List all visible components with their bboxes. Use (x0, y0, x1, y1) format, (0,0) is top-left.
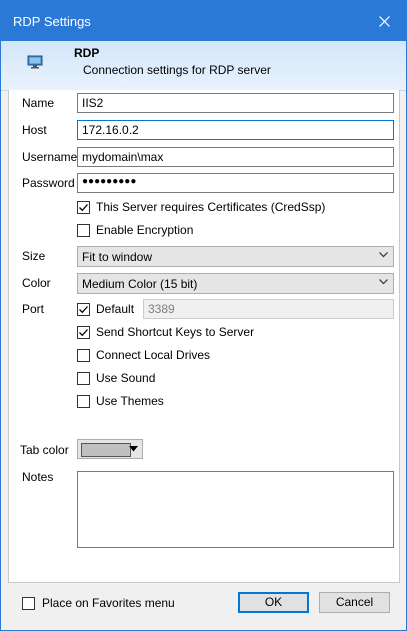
caret-down-icon (129, 446, 138, 452)
tab-color-picker[interactable] (77, 439, 143, 459)
chevron-down-icon (379, 252, 388, 258)
color-swatch (81, 443, 131, 457)
favorites-label: Place on Favorites menu (42, 596, 175, 610)
color-label: Color (22, 276, 51, 290)
checkmark-icon (79, 328, 88, 336)
color-dropdown[interactable]: Medium Color (15 bit) (77, 273, 394, 294)
cancel-button[interactable]: Cancel (319, 592, 390, 613)
use-themes-checkbox[interactable]: Use Themes (77, 394, 164, 408)
checkmark-icon (79, 203, 88, 211)
checkbox-box (77, 200, 90, 214)
checkbox-box (77, 325, 90, 339)
dialog-header: RDP Connection settings for RDP server (1, 41, 406, 91)
checkmark-icon (79, 305, 88, 313)
rdp-settings-window: RDP Settings RDP Connection settings for… (0, 0, 407, 631)
notes-label: Notes (22, 470, 54, 484)
port-label: Port (22, 302, 45, 316)
name-label: Name (22, 96, 55, 110)
ok-button[interactable]: OK (238, 592, 309, 613)
username-field[interactable] (77, 147, 394, 167)
connect-local-drives-label: Connect Local Drives (96, 348, 211, 362)
header-subtitle: Connection settings for RDP server (83, 63, 271, 77)
use-sound-checkbox[interactable]: Use Sound (77, 371, 155, 385)
checkbox-box (77, 394, 90, 408)
enable-encryption-checkbox[interactable]: Enable Encryption (77, 223, 193, 237)
username-label: Username (22, 150, 78, 164)
use-sound-label: Use Sound (96, 371, 156, 385)
send-shortcut-keys-checkbox[interactable]: Send Shortcut Keys to Server (77, 325, 254, 339)
favorites-checkbox[interactable]: Place on Favorites menu (22, 596, 175, 610)
host-field[interactable] (77, 120, 394, 140)
host-label: Host (22, 123, 47, 137)
close-icon (378, 15, 390, 27)
checkbox-box (77, 371, 90, 385)
header-title: RDP (74, 46, 100, 60)
checkbox-box (77, 348, 90, 362)
tab-color-label: Tab color (20, 443, 69, 457)
checkbox-box (77, 223, 90, 237)
notes-textarea[interactable] (77, 471, 394, 548)
window-title: RDP Settings (13, 14, 91, 29)
password-label: Password (22, 176, 75, 190)
name-field[interactable] (77, 93, 394, 113)
chevron-down-icon (379, 279, 388, 285)
send-shortcut-keys-label: Send Shortcut Keys to Server (96, 325, 255, 339)
use-themes-label: Use Themes (96, 394, 164, 408)
checkbox-box (22, 596, 35, 610)
port-field (143, 299, 394, 319)
port-default-checkbox[interactable]: Default (77, 302, 134, 316)
enable-encryption-label: Enable Encryption (96, 223, 194, 237)
requires-certificates-label: This Server requires Certificates (CredS… (96, 200, 326, 214)
port-default-label: Default (96, 302, 135, 316)
connect-local-drives-checkbox[interactable]: Connect Local Drives (77, 348, 210, 362)
password-field[interactable]: ●●●●●●●●● (77, 173, 394, 193)
requires-certificates-checkbox[interactable]: This Server requires Certificates (CredS… (77, 200, 325, 214)
close-button[interactable] (362, 1, 406, 41)
size-label: Size (22, 249, 46, 263)
color-selected-value: Medium Color (15 bit) (82, 277, 198, 291)
monitor-icon (27, 55, 43, 69)
checkbox-box (77, 302, 90, 316)
size-dropdown[interactable]: Fit to window (77, 246, 394, 267)
size-selected-value: Fit to window (82, 250, 153, 264)
title-bar: RDP Settings (1, 1, 406, 41)
